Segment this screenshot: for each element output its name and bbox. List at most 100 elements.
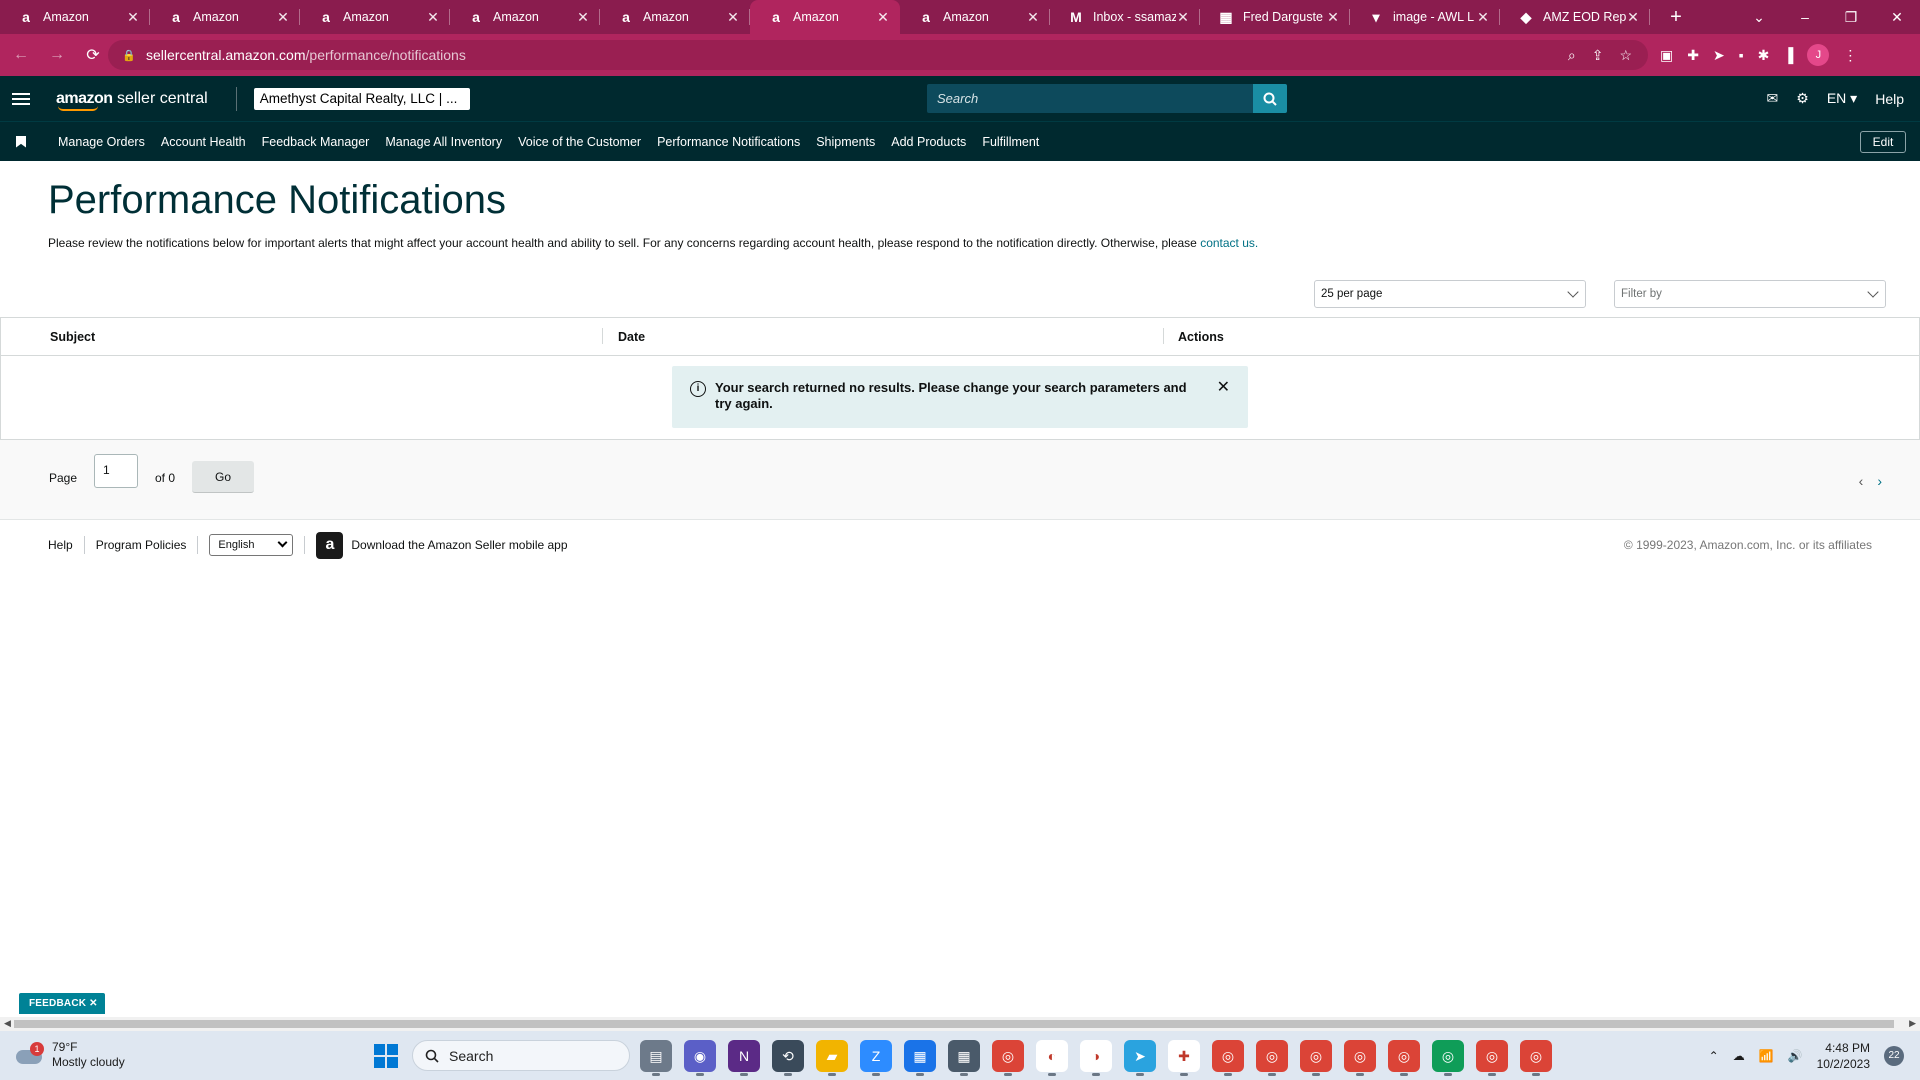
browser-tab[interactable]: a Amazon ✕	[0, 0, 150, 34]
scrollbar-thumb[interactable]	[14, 1020, 1894, 1028]
close-tab-icon[interactable]: ✕	[1326, 9, 1340, 26]
calculator-icon[interactable]: ▦	[948, 1040, 980, 1076]
browser-tab[interactable]: a Amazon ✕	[450, 0, 600, 34]
scroll-right-icon[interactable]: ▶	[1909, 1018, 1916, 1029]
browser-tab[interactable]: ◆ AMZ EOD Repo ✕	[1500, 0, 1650, 34]
forward-button[interactable]: →	[42, 40, 72, 70]
browser-tab[interactable]: a Amazon ✕	[300, 0, 450, 34]
close-tab-icon[interactable]: ✕	[426, 9, 440, 26]
browser-menu-icon[interactable]: ⋮	[1843, 47, 1857, 64]
nav-link-performance-notifications[interactable]: Performance Notifications	[657, 135, 800, 149]
chrome-icon[interactable]: ◎	[1476, 1040, 1508, 1076]
taskbar-search[interactable]: Search	[412, 1040, 630, 1071]
app-icon[interactable]: ◐	[1036, 1040, 1068, 1076]
page-number-input[interactable]: 1	[94, 454, 138, 488]
help-link[interactable]: Help	[1875, 91, 1904, 107]
column-subject[interactable]: Subject	[50, 330, 95, 344]
nav-link-manage-all-inventory[interactable]: Manage All Inventory	[385, 135, 502, 149]
column-date[interactable]: Date	[618, 330, 645, 344]
browser-tab[interactable]: ▾ image - AWL L ✕	[1350, 0, 1500, 34]
zoom-icon[interactable]: Z	[860, 1040, 892, 1076]
teams-icon[interactable]: ◉	[684, 1040, 716, 1076]
file-explorer-icon[interactable]: ▤	[640, 1040, 672, 1076]
extensions-puzzle-icon[interactable]: ✱	[1758, 47, 1770, 64]
extension-icon[interactable]: ▪	[1739, 47, 1744, 63]
program-policies-link[interactable]: Program Policies	[96, 538, 187, 552]
restore-button[interactable]: ❐	[1828, 9, 1874, 26]
close-window-button[interactable]: ✕	[1874, 9, 1920, 26]
nav-link-fulfillment[interactable]: Fulfillment	[982, 135, 1039, 149]
profile-avatar[interactable]: J	[1807, 44, 1830, 66]
close-tab-icon[interactable]: ✕	[576, 9, 590, 26]
chrome-icon[interactable]: ◎	[1256, 1040, 1288, 1076]
telegram-icon[interactable]: ➤	[1124, 1040, 1156, 1076]
close-tab-icon[interactable]: ✕	[1476, 9, 1490, 26]
extension-icon[interactable]: ➤	[1713, 47, 1725, 64]
slack-icon[interactable]: ✚	[1168, 1040, 1200, 1076]
onedrive-cloud-icon[interactable]: ☁	[1733, 1049, 1745, 1063]
nav-link-account-health[interactable]: Account Health	[161, 135, 246, 149]
minimize-button[interactable]: –	[1782, 9, 1828, 25]
bookmark-icon[interactable]	[16, 135, 26, 148]
footer-language-select[interactable]: English	[209, 534, 294, 556]
folder-icon[interactable]: ▰	[816, 1040, 848, 1076]
account-switcher[interactable]: Amethyst Capital Realty, LLC | ...	[253, 87, 470, 110]
extension-icon[interactable]: ✚	[1687, 47, 1699, 64]
search-button[interactable]	[1253, 84, 1287, 113]
browser-tab[interactable]: a Amazon ✕	[600, 0, 750, 34]
chrome-icon[interactable]: ◎	[1300, 1040, 1332, 1076]
chrome-icon[interactable]: ◎	[1432, 1040, 1464, 1076]
chrome-icon[interactable]: ◎	[1212, 1040, 1244, 1076]
close-tab-icon[interactable]: ✕	[726, 9, 740, 26]
browser-tab[interactable]: a Amazon ✕	[150, 0, 300, 34]
back-button[interactable]: ←	[6, 40, 36, 70]
chrome-icon[interactable]: ◎	[1344, 1040, 1376, 1076]
zoom-icon[interactable]: ⌕	[1568, 47, 1576, 64]
extension-icon[interactable]: ▣	[1660, 47, 1673, 64]
chrome-icon[interactable]: ◎	[1388, 1040, 1420, 1076]
calendar-icon[interactable]: ▦	[904, 1040, 936, 1076]
messages-mail-icon[interactable]: ✉	[1767, 90, 1779, 107]
share-icon[interactable]: ⇪	[1592, 47, 1604, 64]
footer-help-link[interactable]: Help	[48, 538, 73, 552]
nav-link-voice-of-the-customer[interactable]: Voice of the Customer	[518, 135, 641, 149]
per-page-select[interactable]: 25 per page	[1314, 280, 1586, 308]
nav-link-add-products[interactable]: Add Products	[891, 135, 966, 149]
chevron-up-icon[interactable]: ⌃	[1709, 1049, 1719, 1063]
app-icon[interactable]: ⟲	[772, 1040, 804, 1076]
windows-start-icon[interactable]	[374, 1044, 398, 1068]
nav-link-manage-orders[interactable]: Manage Orders	[58, 135, 145, 149]
nav-link-shipments[interactable]: Shipments	[816, 135, 875, 149]
close-icon[interactable]: ✕	[89, 998, 98, 1009]
feedback-button[interactable]: FEEDBACK ✕	[19, 993, 105, 1014]
contact-us-link[interactable]: contact us.	[1200, 236, 1258, 250]
horizontal-scrollbar[interactable]: ◀ ▶	[0, 1017, 1920, 1031]
browser-tab[interactable]: ▦ Fred Darguste ✕	[1200, 0, 1350, 34]
reload-button[interactable]: ⟳	[78, 40, 108, 70]
tab-search-icon[interactable]: ⌄	[1736, 9, 1782, 26]
chrome-icon[interactable]: ◎	[1520, 1040, 1552, 1076]
close-icon[interactable]: ✕	[1217, 380, 1230, 414]
bookmark-star-icon[interactable]: ☆	[1619, 47, 1632, 64]
clock[interactable]: 4:48 PM 10/2/2023	[1817, 1040, 1870, 1072]
browser-tab[interactable]: a Amazon ✕	[900, 0, 1050, 34]
close-tab-icon[interactable]: ✕	[276, 9, 290, 26]
wifi-icon[interactable]: 📶	[1759, 1049, 1774, 1063]
new-tab-button[interactable]: +	[1664, 6, 1688, 29]
previous-page-icon[interactable]: ‹	[1859, 473, 1864, 489]
url-field[interactable]: 🔒 sellercentral.amazon.com/performance/n…	[108, 40, 1648, 70]
close-tab-icon[interactable]: ✕	[126, 9, 140, 26]
close-tab-icon[interactable]: ✕	[1626, 9, 1640, 26]
settings-gear-icon[interactable]: ⚙	[1796, 90, 1809, 107]
hamburger-menu-icon[interactable]	[12, 92, 30, 105]
seller-central-logo[interactable]: amazon seller central	[56, 90, 208, 111]
browser-tab[interactable]: M Inbox - ssamaz ✕	[1050, 0, 1200, 34]
weather-widget[interactable]: 1 79°F Mostly cloudy	[16, 1040, 125, 1070]
browser-tab[interactable]: a Amazon ✕	[750, 0, 900, 34]
amazon-app-icon[interactable]: a	[316, 531, 344, 559]
scroll-left-icon[interactable]: ◀	[4, 1018, 11, 1029]
nzxt-icon[interactable]: N	[728, 1040, 760, 1076]
close-tab-icon[interactable]: ✕	[1026, 9, 1040, 26]
search-input[interactable]: Search	[927, 84, 1253, 113]
next-page-icon[interactable]: ›	[1877, 473, 1882, 489]
